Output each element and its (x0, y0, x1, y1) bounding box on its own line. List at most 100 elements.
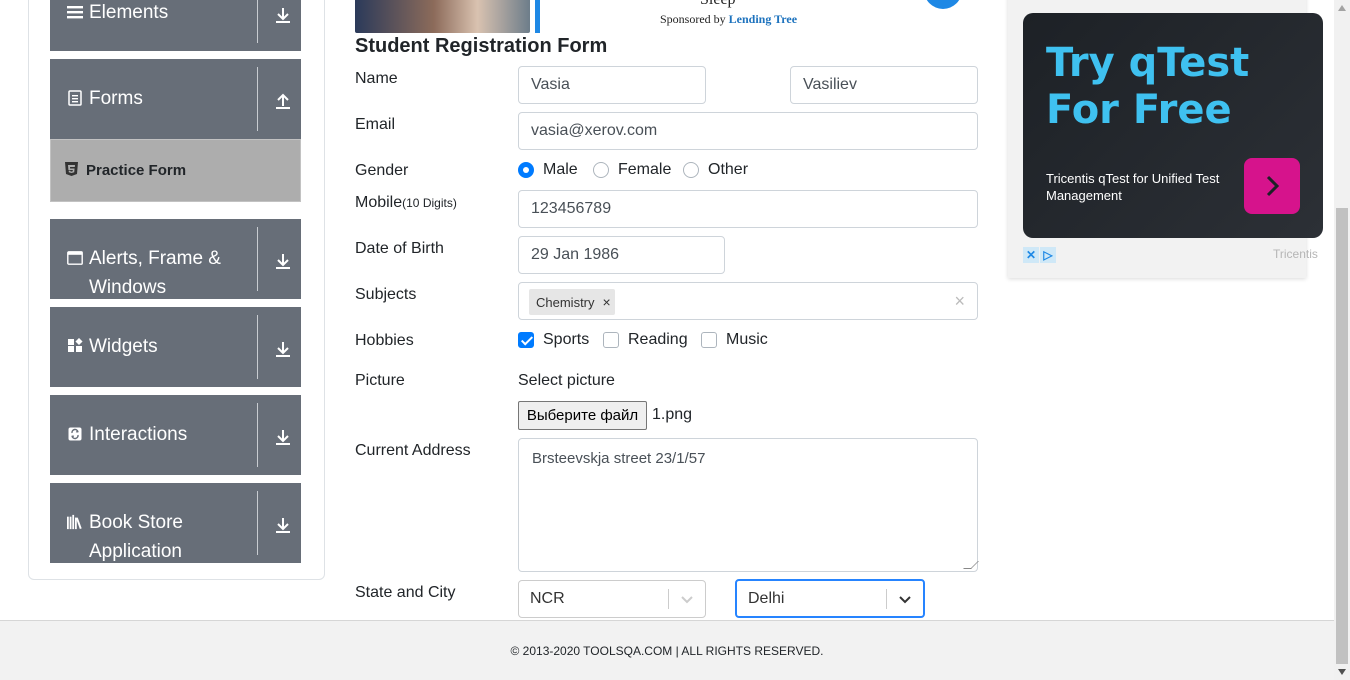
select-divider (668, 589, 669, 609)
sidebar-group-book-store[interactable]: Book Store Application (50, 483, 301, 563)
ad-banner-image[interactable] (355, 0, 530, 33)
gender-radio-female[interactable]: Female (593, 161, 671, 179)
scrollbar-thumb[interactable] (1336, 208, 1348, 664)
divider (257, 0, 258, 43)
sidebar-item-practice-form[interactable]: Practice Form (50, 139, 301, 202)
last-name-input[interactable]: Vasiliev (790, 66, 978, 104)
divider (257, 403, 258, 467)
divider (257, 67, 258, 131)
hobby-checkbox-music[interactable]: Music (701, 331, 768, 349)
address-label: Current Address (355, 442, 471, 459)
resize-handle-icon[interactable] (963, 561, 979, 569)
email-input[interactable]: vasia@xerov.com (518, 112, 978, 150)
html5-icon (65, 161, 78, 180)
ad-headline[interactable]: Sleep (700, 0, 736, 9)
chevron-right-icon (1266, 175, 1280, 197)
chevron-down-icon[interactable] (680, 592, 694, 606)
download-arrow-icon[interactable] (274, 6, 292, 24)
sidebar-group-label: Widgets (89, 336, 158, 357)
ad-sponsor-prefix: Sponsored by (660, 12, 726, 26)
scroll-up-icon[interactable] (1334, 0, 1350, 16)
sidebar-group-elements[interactable]: Elements (50, 0, 301, 51)
subject-chip: Chemistry × (529, 289, 615, 315)
dob-label: Date of Birth (355, 240, 444, 257)
footer-text: © 2013-2020 TOOLSQA.COM | ALL RIGHTS RES… (510, 643, 824, 658)
ad-info-icon[interactable]: ▷ (1040, 247, 1056, 263)
select-divider (886, 589, 887, 609)
gender-radio-male[interactable]: Male (518, 161, 578, 179)
ad-sponsor-link[interactable]: Lending Tree (729, 12, 797, 26)
radio-button[interactable] (518, 162, 534, 178)
mobile-label-text: Mobile (355, 194, 403, 211)
radio-button[interactable] (683, 162, 699, 178)
ad-choices[interactable]: ✕ ▷ (1023, 247, 1056, 263)
sidebar-group-alerts[interactable]: Alerts, Frame & Windows (50, 219, 301, 299)
ad-sponsor-line: Sponsored by Lending Tree (660, 12, 797, 27)
gender-label: Gender (355, 162, 409, 179)
radio-button[interactable] (593, 162, 609, 178)
radio-label: Female (618, 161, 672, 178)
mobile-input[interactable]: 123456789 (518, 190, 978, 228)
divider (257, 491, 258, 555)
address-text: Brsteevskja street 23/1/57 (532, 450, 706, 467)
date-of-birth-input[interactable]: 29 Jan 1986 (518, 236, 725, 274)
widgets-icon (67, 338, 83, 354)
city-select[interactable]: Delhi (735, 579, 925, 618)
subjects-input[interactable]: Chemistry × × (518, 282, 978, 320)
state-select[interactable]: NCR (518, 580, 706, 618)
download-arrow-icon[interactable] (274, 252, 292, 270)
sidebar-item-label: Practice Form (86, 162, 187, 179)
divider (257, 227, 258, 291)
side-ad-cta-button[interactable] (1244, 158, 1300, 214)
subject-chip-label: Chemistry (536, 294, 595, 310)
close-ad-icon[interactable]: ✕ (1023, 247, 1039, 263)
side-ad-brand: Tricentis (1273, 247, 1318, 261)
form-title: Student Registration Form (355, 35, 608, 57)
upload-arrow-icon[interactable] (274, 92, 292, 110)
sidebar-group-label: Book Store Application (89, 512, 183, 562)
ad-circle-button[interactable] (924, 0, 962, 9)
sidebar-group-forms[interactable]: Forms (50, 59, 301, 139)
ad-banner-accent (535, 0, 540, 33)
state-value: NCR (530, 590, 565, 607)
mobile-label: Mobile(10 Digits) (355, 194, 457, 212)
hamburger-icon (67, 4, 83, 20)
city-value: Delhi (748, 590, 785, 607)
hobby-checkbox-sports[interactable]: Sports (518, 331, 589, 349)
document-icon (67, 90, 83, 106)
select-picture-text: Select picture (518, 372, 615, 389)
download-arrow-icon[interactable] (274, 340, 292, 358)
side-ad-headline[interactable]: Try qTest For Free (1046, 40, 1306, 134)
name-label: Name (355, 70, 398, 87)
radio-label: Other (708, 161, 749, 178)
checkbox[interactable] (603, 332, 619, 348)
file-name: 1.png (652, 406, 693, 423)
checkbox-label: Music (726, 331, 768, 348)
download-arrow-icon[interactable] (274, 516, 292, 534)
current-address-textarea[interactable]: Brsteevskja street 23/1/57 (518, 438, 979, 572)
subjects-label: Subjects (355, 286, 417, 303)
sidebar-group-label: Forms (89, 88, 143, 109)
mobile-hint: (10 Digits) (402, 196, 457, 210)
sidebar-group-label: Elements (89, 2, 169, 23)
choose-file-button[interactable]: Выберите файл (518, 401, 647, 430)
first-name-input[interactable]: Vasia (518, 66, 706, 104)
chevron-down-icon[interactable] (898, 592, 912, 606)
sidebar-group-widgets[interactable]: Widgets (50, 307, 301, 387)
books-icon (67, 514, 83, 530)
sidebar-group-interactions[interactable]: Interactions (50, 395, 301, 475)
side-ad-description: Tricentis qTest for Unified Test Managem… (1046, 171, 1220, 203)
scroll-down-icon[interactable] (1334, 664, 1350, 680)
checkbox[interactable] (701, 332, 717, 348)
radio-label: Male (543, 161, 578, 178)
remove-chip-icon[interactable]: × (603, 294, 611, 310)
sidebar-group-label: Alerts, Frame & Windows (89, 248, 221, 298)
download-arrow-icon[interactable] (274, 428, 292, 446)
clear-icon[interactable]: × (954, 291, 965, 312)
window-icon (67, 250, 83, 266)
picture-label: Picture (355, 372, 405, 389)
hobbies-label: Hobbies (355, 332, 414, 349)
hobby-checkbox-reading[interactable]: Reading (603, 331, 688, 349)
checkbox[interactable] (518, 332, 534, 348)
gender-radio-other[interactable]: Other (683, 161, 748, 179)
